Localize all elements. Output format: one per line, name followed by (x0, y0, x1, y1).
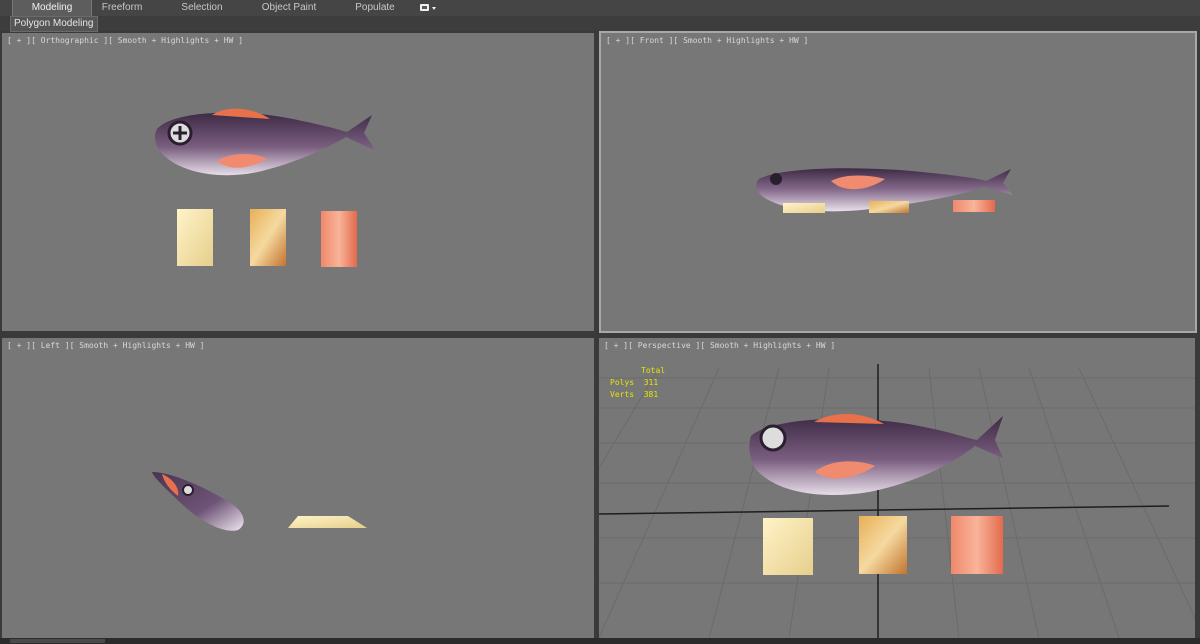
fish-model[interactable] (155, 108, 376, 176)
fillet-fried[interactable] (250, 209, 286, 266)
fillet-cream[interactable] (763, 518, 813, 575)
viewport-orthographic[interactable]: [ + ][ Orthographic ][ Smooth + Highligh… (2, 33, 594, 331)
tab-populate[interactable]: Populate (346, 0, 404, 16)
fillet-cream[interactable] (177, 209, 213, 266)
stats-verts-label: Verts (610, 390, 635, 399)
ribbon-panel-bar (0, 16, 1200, 31)
status-bar (0, 638, 1200, 644)
stats-verts-value: 381 (643, 390, 659, 399)
scene-statistics: Total Polys 311 Verts 381 (610, 365, 665, 401)
tab-modeling[interactable]: Modeling (12, 0, 92, 16)
fillet-fried[interactable] (869, 201, 909, 213)
viewport-left[interactable]: [ + ][ Left ][ Smooth + Highlights + HW … (2, 338, 594, 638)
stats-polys-label: Polys (610, 378, 635, 387)
fillet-salmon[interactable] (951, 516, 1003, 574)
tab-object-paint[interactable]: Object Paint (252, 0, 326, 16)
fillet-cream[interactable] (783, 203, 825, 213)
status-bar-segment (10, 639, 105, 643)
perspective-grid (599, 364, 1195, 638)
fillet-fried[interactable] (859, 516, 907, 574)
viewport-perspective[interactable]: [ + ][ Perspective ][ Smooth + Highlight… (599, 338, 1195, 638)
polygon-modeling-panel-button[interactable]: Polygon Modeling (10, 16, 98, 32)
fillet-salmon[interactable] (321, 211, 357, 267)
stats-polys-value: 311 (643, 378, 659, 387)
fish-model[interactable] (152, 472, 244, 531)
fillet-salmon[interactable] (953, 200, 995, 212)
viewport-front[interactable]: [ + ][ Front ][ Smooth + Highlights + HW… (599, 31, 1197, 333)
fillet-cream[interactable] (288, 516, 367, 528)
stats-total-header: Total (641, 366, 666, 375)
ribbon-options-icon[interactable] (419, 2, 441, 14)
ribbon-tab-bar: Modeling Freeform Selection Object Paint… (0, 0, 1200, 17)
tab-freeform[interactable]: Freeform (92, 0, 152, 16)
tab-selection[interactable]: Selection (170, 0, 234, 16)
